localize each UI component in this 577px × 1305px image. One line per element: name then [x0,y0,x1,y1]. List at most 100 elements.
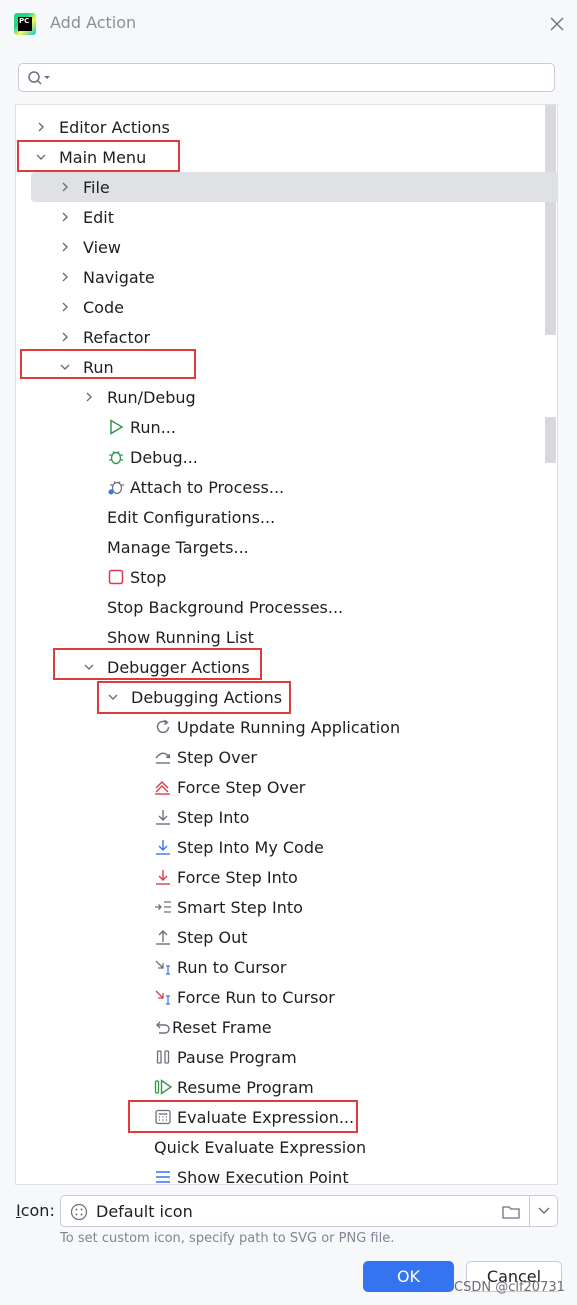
tree-node-label: Force Step Into [177,867,298,887]
chevron-right-icon[interactable] [58,210,72,224]
tree-node-edit[interactable]: Edit [16,202,557,232]
tree-node-step-into[interactable]: Step Into [16,802,557,832]
icon-path-combobox[interactable]: Default icon [60,1195,558,1227]
icon-path-value[interactable]: Default icon [96,1202,193,1221]
tree-node-label: Navigate [83,267,155,287]
chevron-down-icon[interactable] [537,1206,551,1216]
chevron-down-icon[interactable] [58,360,72,374]
tree-node-label: Step Into [177,807,250,827]
chevron-down-icon[interactable] [34,150,48,164]
search-field[interactable] [18,63,555,92]
tree-node-label: Editor Actions [59,117,170,137]
tree-node-edit-configurations[interactable]: Edit Configurations... [16,502,557,532]
chevron-right-icon[interactable] [58,300,72,314]
tree-node-pause-program[interactable]: Pause Program [16,1042,557,1072]
tree-node-label: Edit [83,207,114,227]
ok-button[interactable]: OK [363,1261,454,1292]
dialog-title: Add Action [50,13,137,32]
tree-node-label: Attach to Process... [130,477,285,497]
chevron-right-icon[interactable] [58,180,72,194]
tree-node-debugger-actions[interactable]: Debugger Actions [16,652,557,682]
tree-node-debugging-actions[interactable]: Debugging Actions [16,682,557,712]
tree-node-editor-actions[interactable]: Editor Actions [16,112,557,142]
chevron-right-icon[interactable] [82,390,96,404]
chevron-right-icon[interactable] [58,270,72,284]
tree-node-evaluate-expression[interactable]: Evaluate Expression... [16,1102,557,1132]
tree-node-label: Step Into My Code [177,837,324,857]
chevron-down-icon[interactable] [106,690,120,704]
actions-tree[interactable]: Editor Actions Main Menu File Edit View … [15,104,558,1185]
icon-hint-text: To set custom icon, specify path to SVG … [60,1231,395,1246]
search-input[interactable] [61,67,545,90]
tree-node-file[interactable]: File [31,172,557,202]
tree-node-view[interactable]: View [16,232,557,262]
pycharm-logo-icon: PC _ [14,13,36,35]
chevron-down-icon[interactable] [82,660,96,674]
tree-node-run[interactable]: Run [16,352,557,382]
tree-node-update-running[interactable]: Update Running Application [16,712,557,742]
tree-node-refactor[interactable]: Refactor [16,322,557,352]
chevron-right-icon[interactable] [34,120,48,134]
tree-node-label: Show Running List [107,627,254,647]
tree-node-smart-step-into[interactable]: Smart Step Into [16,892,557,922]
tree-node-show-execution-point[interactable]: Show Execution Point [16,1162,557,1185]
icon-field-label: Icon: [16,1201,55,1220]
tree-node-label: Reset Frame [172,1017,272,1037]
tree-node-run-action[interactable]: Run... [16,412,557,442]
step-into-my-code-icon [156,840,170,855]
resume-icon [154,1079,172,1095]
tree-node-force-step-over[interactable]: Force Step Over [16,772,557,802]
tree-node-code[interactable]: Code [16,292,557,322]
tree-node-label: Pause Program [177,1047,297,1067]
search-icon[interactable] [27,70,53,86]
tree-node-stop-background[interactable]: Stop Background Processes... [16,592,557,622]
step-out-icon [156,930,170,945]
force-run-to-cursor-icon [155,990,170,1005]
chevron-right-icon[interactable] [58,240,72,254]
tree-node-label: Update Running Application [177,717,401,737]
tree-node-label: View [83,237,121,257]
folder-icon[interactable] [501,1203,521,1221]
tree-node-force-step-into[interactable]: Force Step Into [16,862,557,892]
tree-node-label: File [83,177,110,197]
tree-node-label: Evaluate Expression... [177,1107,355,1127]
tree-node-quick-evaluate[interactable]: Quick Evaluate Expression [16,1132,557,1162]
run-play-icon [110,419,124,435]
tree-node-label: Debug... [130,447,198,467]
tree-node-manage-targets[interactable]: Manage Targets... [16,532,557,562]
tree-node-main-menu[interactable]: Main Menu [16,142,557,172]
tree-node-debug-action[interactable]: Debug... [16,442,557,472]
tree-node-label: Step Out [177,927,248,947]
tree-node-label: Show Execution Point [177,1167,349,1185]
tree-node-stop[interactable]: Stop [16,562,557,592]
tree-node-step-out[interactable]: Step Out [16,922,557,952]
tree-node-attach-to-process[interactable]: Attach to Process... [16,472,557,502]
chevron-right-icon[interactable] [58,330,72,344]
tree-node-force-run-to-cursor[interactable]: Force Run to Cursor [16,982,557,1012]
tree-node-label: Step Over [177,747,257,767]
tree-node-step-into-my-code[interactable]: Step Into My Code [16,832,557,862]
tree-node-label: Stop Background Processes... [107,597,344,617]
close-icon[interactable] [548,15,566,33]
tree-node-label: Run to Cursor [177,957,287,977]
refresh-icon [156,719,170,734]
tree-node-step-over[interactable]: Step Over [16,742,557,772]
tree-node-run-debug[interactable]: Run/Debug [16,382,557,412]
tree-node-label: Run/Debug [107,387,196,407]
tree-node-resume-program[interactable]: Resume Program [16,1072,557,1102]
tree-node-label: Debugger Actions [107,657,250,677]
tree-node-label: Stop [130,567,167,587]
debug-bug-icon [109,451,123,465]
tree-node-label: Resume Program [177,1077,314,1097]
tree-node-label: Force Step Over [177,777,306,797]
tree-node-run-to-cursor[interactable]: Run to Cursor [16,952,557,982]
smart-step-into-icon [155,901,171,913]
stop-square-icon [108,569,124,585]
tree-node-label: Main Menu [59,147,147,167]
attach-process-bug-icon [108,481,124,495]
tree-node-navigate[interactable]: Navigate [16,262,557,292]
tree-node-reset-frame[interactable]: Reset Frame [16,1012,557,1042]
tree-node-label: Debugging Actions [131,687,283,707]
tree-node-show-running-list[interactable]: Show Running List [16,622,557,652]
execution-point-icon [156,1171,170,1183]
